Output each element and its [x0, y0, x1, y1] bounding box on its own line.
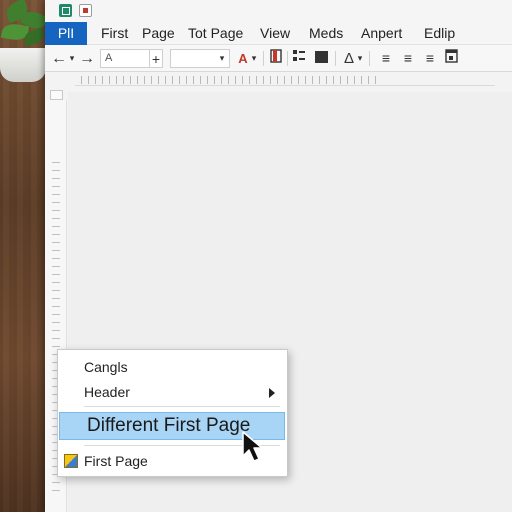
- menu-anpert[interactable]: Anpert: [361, 22, 402, 45]
- font-field[interactable]: A: [100, 49, 150, 68]
- back-arrow-icon[interactable]: ←: [51, 49, 67, 68]
- header-label: Header: [84, 384, 130, 400]
- menu-first[interactable]: First: [101, 22, 128, 45]
- submenu-arrow-icon: [269, 388, 275, 398]
- bookmark-icon[interactable]: [269, 49, 283, 68]
- menu-bar: PlI First Page Tot Page View Meds Anpert…: [45, 22, 512, 45]
- align-justify-icon[interactable]: ≡: [422, 49, 438, 68]
- menu-tot-page[interactable]: Tot Page: [188, 22, 243, 45]
- mouse-cursor-icon: [242, 431, 263, 462]
- menu-page[interactable]: Page: [142, 22, 175, 45]
- context-item-header[interactable]: Header: [58, 381, 287, 403]
- menu-view[interactable]: View: [260, 22, 290, 45]
- list-indent-icon[interactable]: [291, 49, 307, 68]
- table-icon[interactable]: [313, 49, 329, 68]
- horizontal-ruler[interactable]: [81, 76, 377, 84]
- file-tab[interactable]: PlI: [45, 22, 87, 45]
- menu-meds[interactable]: Meds: [309, 22, 343, 45]
- align-center-icon[interactable]: ≡: [400, 49, 416, 68]
- title-strip: [45, 0, 512, 22]
- plus-icon[interactable]: +: [149, 49, 163, 68]
- font-color-dropdown-icon[interactable]: ▾: [249, 49, 259, 68]
- menu-edlip[interactable]: Edlip: [424, 22, 455, 45]
- toolbar: ← ▾ → A + ▾ A ▾ Δ ▾ ≡ ≡ ≡: [45, 45, 512, 72]
- page-layout-icon[interactable]: [443, 49, 459, 68]
- ruler-corner[interactable]: [50, 90, 63, 100]
- forward-arrow-icon[interactable]: →: [79, 49, 95, 68]
- back-dropdown-icon[interactable]: ▾: [67, 49, 77, 68]
- app-icon[interactable]: [59, 4, 72, 17]
- align-left-icon[interactable]: ≡: [378, 49, 394, 68]
- size-dropdown-icon[interactable]: ▾: [217, 49, 227, 68]
- context-item-cangls[interactable]: Cangls: [58, 356, 287, 378]
- text-style-dropdown-icon[interactable]: ▾: [355, 49, 365, 68]
- document-icon[interactable]: [79, 4, 92, 17]
